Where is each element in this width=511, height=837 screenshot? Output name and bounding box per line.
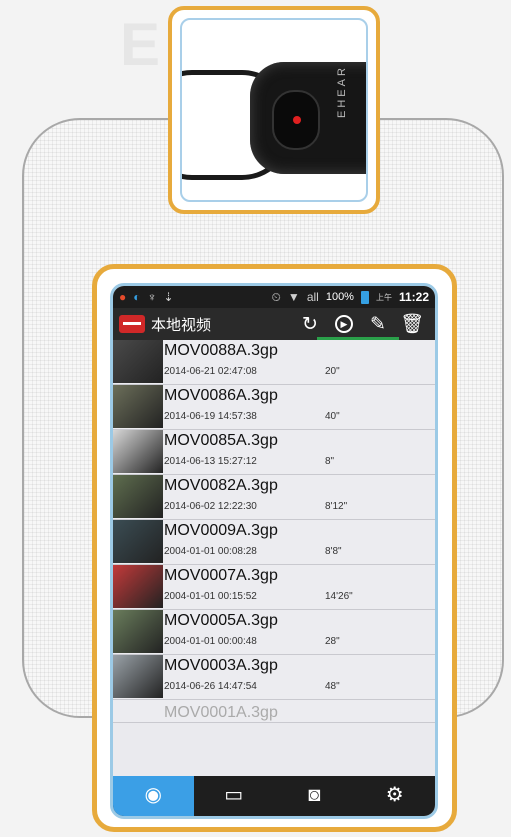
- video-duration: 48": [325, 681, 340, 692]
- watermark: E: [120, 11, 167, 78]
- video-filename: MOV0085A.3gp: [164, 432, 278, 449]
- wifi-icon: ▼: [287, 290, 300, 304]
- video-list[interactable]: MOV0088A.3gp 2014-06-21 02:47:08 20" MOV008…: [113, 340, 435, 776]
- camera-lens: [272, 90, 320, 150]
- video-thumbnail: [113, 385, 163, 428]
- play-icon: ▶: [335, 315, 353, 333]
- edit-icon: ✎: [370, 313, 386, 335]
- camera-body: EHEAR: [250, 62, 366, 174]
- recorder-icon: ▭: [224, 784, 244, 806]
- phone-frame: ● ◐ ♆ ⇣ ⏲ ▼ all 100% 上午 11:22 本地视频 ↻ ▶ ✎…: [92, 264, 457, 832]
- device-photo: EHEAR: [180, 18, 368, 202]
- video-thumbnail: [113, 430, 163, 473]
- video-date: 2014-06-19 14:57:38: [164, 411, 257, 422]
- settings-icon: ⚙: [385, 784, 404, 806]
- video-duration: 8": [325, 456, 335, 467]
- video-date: 2014-06-13 15:27:12: [164, 456, 257, 467]
- tab-settings[interactable]: ⚙: [355, 776, 436, 816]
- video-thumbnail: [113, 475, 163, 518]
- usb-icon: ♆: [147, 290, 157, 304]
- video-filename: MOV0005A.3gp: [164, 612, 278, 629]
- ampm-label: 上午: [375, 292, 392, 302]
- video-list-item[interactable]: MOV0009A.3gp 2004-01-01 00:08:28 8'8": [113, 520, 435, 565]
- edit-button[interactable]: ✎: [361, 308, 395, 340]
- video-duration: 28": [325, 636, 340, 647]
- download-icon: ⇣: [163, 290, 174, 304]
- video-date: 2004-01-01 00:00:48: [164, 636, 257, 647]
- video-thumbnail: [113, 610, 163, 653]
- battery-icon: [360, 290, 369, 304]
- video-duration: 14'26": [325, 591, 353, 602]
- notification-icon: ●: [119, 290, 127, 304]
- battery-percent: 100%: [325, 291, 354, 303]
- phone-screen: ● ◐ ♆ ⇣ ⏲ ▼ all 100% 上午 11:22 本地视频 ↻ ▶ ✎…: [110, 283, 438, 819]
- status-bar: ● ◐ ♆ ⇣ ⏲ ▼ all 100% 上午 11:22: [113, 286, 435, 308]
- alarm-icon: ⏲: [271, 289, 281, 304]
- video-list-item[interactable]: MOV0088A.3gp 2014-06-21 02:47:08 20": [113, 340, 435, 385]
- video-duration: 40": [325, 411, 340, 422]
- video-filename: MOV0001A.3gp: [164, 704, 278, 721]
- video-filename: MOV0007A.3gp: [164, 567, 278, 584]
- video-date: 2004-01-01 00:15:52: [164, 591, 257, 602]
- video-thumbnail: [113, 520, 163, 563]
- video-duration: 8'12": [325, 501, 348, 512]
- video-duration: 20": [325, 366, 340, 377]
- video-icon: ◉: [144, 784, 162, 806]
- camera-icon: ◙: [308, 784, 321, 806]
- video-filename: MOV0003A.3gp: [164, 657, 278, 674]
- app-logo-icon[interactable]: [119, 315, 145, 333]
- video-list-item[interactable]: MOV0005A.3gp 2004-01-01 00:00:48 28": [113, 610, 435, 655]
- video-filename: MOV0082A.3gp: [164, 477, 278, 494]
- refresh-button[interactable]: ↻: [293, 308, 327, 340]
- video-list-item[interactable]: MOV0001A.3gp: [113, 700, 435, 723]
- play-button[interactable]: ▶: [327, 308, 361, 340]
- video-date: 2004-01-01 00:08:28: [164, 546, 257, 557]
- delete-button[interactable]: 🗑: [395, 308, 429, 340]
- video-filename: MOV0086A.3gp: [164, 387, 278, 404]
- device-photo-frame: EHEAR: [168, 6, 380, 214]
- video-list-item[interactable]: MOV0082A.3gp 2014-06-02 12:22:30 8'12": [113, 475, 435, 520]
- action-bar: 本地视频 ↻ ▶ ✎ 🗑: [113, 308, 435, 340]
- clock: 11:22: [398, 290, 429, 304]
- video-thumbnail: [113, 565, 163, 608]
- tab-video[interactable]: ◉: [113, 776, 194, 816]
- record-led: [293, 116, 301, 124]
- video-list-item[interactable]: MOV0085A.3gp 2014-06-13 15:27:12 8": [113, 430, 435, 475]
- page-title: 本地视频: [151, 316, 212, 334]
- device-brand: EHEAR: [336, 65, 348, 118]
- video-filename: MOV0009A.3gp: [164, 522, 278, 539]
- video-filename: MOV0088A.3gp: [164, 342, 278, 359]
- tab-camera[interactable]: ◙: [274, 776, 355, 816]
- video-date: 2014-06-02 12:22:30: [164, 501, 257, 512]
- video-duration: 8'8": [325, 546, 342, 557]
- app-status-icon: ◐: [133, 290, 141, 304]
- video-date: 2014-06-21 02:47:08: [164, 366, 257, 377]
- delete-icon: 🗑: [399, 314, 425, 335]
- video-thumbnail: [113, 340, 163, 383]
- bottom-tab-bar: ◉ ▭ ◙ ⚙: [113, 776, 435, 816]
- tab-recorder[interactable]: ▭: [194, 776, 275, 816]
- video-list-item[interactable]: MOV0003A.3gp 2014-06-26 14:47:54 48": [113, 655, 435, 700]
- video-date: 2014-06-26 14:47:54: [164, 681, 257, 692]
- refresh-icon: ↻: [302, 313, 318, 335]
- video-list-item[interactable]: MOV0086A.3gp 2014-06-19 14:57:38 40": [113, 385, 435, 430]
- video-list-item[interactable]: MOV0007A.3gp 2004-01-01 00:15:52 14'26": [113, 565, 435, 610]
- signal-icon: all: [306, 290, 319, 304]
- video-thumbnail: [113, 655, 163, 698]
